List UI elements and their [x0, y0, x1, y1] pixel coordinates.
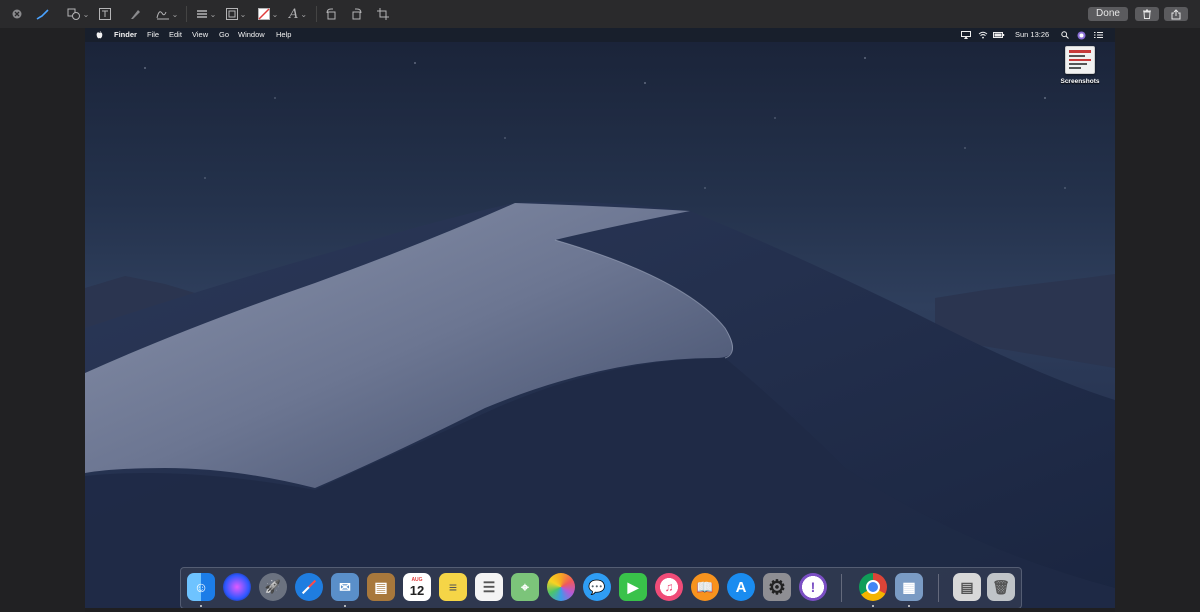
notification-center-icon[interactable]: [1094, 28, 1103, 44]
screenshot-canvas[interactable]: Finder File Edit View Go Window Help Sun…: [85, 28, 1115, 608]
dock-preview[interactable]: ▦: [894, 572, 924, 602]
siri-icon: [223, 573, 251, 601]
menu-file[interactable]: File: [147, 28, 159, 42]
airplay-icon[interactable]: [961, 28, 971, 44]
crop-icon[interactable]: [376, 5, 390, 23]
safari-icon: [295, 573, 323, 601]
itunes-icon: ♫: [655, 573, 683, 601]
running-indicator: [344, 605, 346, 607]
running-indicator: [200, 605, 202, 607]
dock-siri[interactable]: [222, 572, 252, 602]
battery-icon[interactable]: [993, 28, 1005, 44]
desktop-icon-label: Screenshots: [1060, 78, 1100, 85]
feedback-assistant-icon: !: [799, 573, 827, 601]
menu-clock[interactable]: Sun 13:26: [1015, 28, 1049, 42]
books-icon: 📖: [691, 573, 719, 601]
running-indicator: [872, 605, 874, 607]
dock-system-preferences[interactable]: ⚙: [762, 572, 792, 602]
calendar-icon: AUG 12: [403, 573, 431, 601]
chevron-down-icon: ⌄: [171, 9, 179, 19]
facetime-icon: ▶: [619, 573, 647, 601]
dock-separator: [841, 574, 842, 602]
signature-icon[interactable]: ⌄: [154, 5, 180, 23]
dock-notes[interactable]: ≡: [438, 572, 468, 602]
chevron-down-icon: ⌄: [82, 9, 90, 19]
trash-icon: [1143, 9, 1151, 19]
left-margin: [0, 28, 85, 612]
menu-edit[interactable]: Edit: [169, 28, 182, 42]
dock-itunes[interactable]: ♫: [654, 572, 684, 602]
rotate-right-icon[interactable]: [350, 5, 364, 23]
screenshot-file-icon: [1065, 46, 1095, 74]
menu-window[interactable]: Window: [238, 28, 265, 42]
macos-menubar: Finder File Edit View Go Window Help Sun…: [85, 28, 1115, 42]
app-store-icon: A: [727, 573, 755, 601]
desktop-icon-screenshots[interactable]: Screenshots: [1060, 46, 1100, 85]
trash-icon: 🗑: [987, 573, 1015, 601]
dock-calendar[interactable]: AUG 12: [402, 572, 432, 602]
menu-help[interactable]: Help: [276, 28, 291, 42]
dock-trash[interactable]: 🗑: [986, 572, 1016, 602]
highlight-icon[interactable]: [128, 5, 142, 23]
dock-reminders[interactable]: ☰: [474, 572, 504, 602]
preview-icon: ▦: [895, 573, 923, 601]
text-box-icon[interactable]: [98, 5, 112, 23]
chevron-down-icon: ⌄: [239, 9, 247, 19]
launchpad-icon: 🚀: [259, 573, 287, 601]
dock-documents-stack[interactable]: ▤: [952, 572, 982, 602]
reminders-icon: ☰: [475, 573, 503, 601]
dock-launchpad[interactable]: 🚀: [258, 572, 288, 602]
dock-photos[interactable]: [546, 572, 576, 602]
dock-maps[interactable]: ⌖: [510, 572, 540, 602]
dock-chrome[interactable]: [858, 572, 888, 602]
sketch-pen-icon[interactable]: [35, 5, 51, 23]
finder-icon: ☺: [187, 573, 215, 601]
notes-icon: ≡: [439, 573, 467, 601]
dock-feedback-assistant[interactable]: !: [798, 572, 828, 602]
border-color-icon[interactable]: ⌄: [224, 5, 248, 23]
share-icon: [1171, 8, 1181, 19]
dock-app-store[interactable]: A: [726, 572, 756, 602]
menu-view[interactable]: View: [192, 28, 208, 42]
dock-messages[interactable]: 💬: [582, 572, 612, 602]
dock: ☺ 🚀 ✉ ▤ AUG 12 ≡ ☰ ⌖ 💬 ▶ ♫ 📖 A ⚙! ▦ ▤ 🗑: [180, 567, 1022, 608]
text-style-icon[interactable]: A ⌄: [286, 5, 310, 23]
mail-icon: ✉: [331, 573, 359, 601]
chrome-icon: [859, 573, 887, 601]
share-button[interactable]: [1164, 7, 1188, 21]
done-button[interactable]: Done: [1088, 7, 1128, 21]
contacts-icon: ▤: [367, 573, 395, 601]
dock-mail[interactable]: ✉: [330, 572, 360, 602]
close-icon[interactable]: [11, 5, 23, 23]
rotate-left-icon[interactable]: [324, 5, 338, 23]
line-style-icon[interactable]: ⌄: [194, 5, 218, 23]
search-icon[interactable]: [1061, 28, 1069, 44]
menu-go[interactable]: Go: [219, 28, 229, 42]
chevron-down-icon: ⌄: [209, 9, 217, 19]
fill-color-icon[interactable]: ⌄: [256, 5, 280, 23]
system-preferences-icon: ⚙: [763, 573, 791, 601]
menu-app-name[interactable]: Finder: [114, 28, 137, 42]
siri-icon[interactable]: [1077, 28, 1086, 45]
dock-separator: [938, 574, 939, 602]
dock-facetime[interactable]: ▶: [618, 572, 648, 602]
chevron-down-icon: ⌄: [300, 9, 308, 19]
chevron-down-icon: ⌄: [271, 9, 279, 19]
photos-icon: [547, 573, 575, 601]
documents-stack-icon: ▤: [953, 573, 981, 601]
running-indicator: [908, 605, 910, 607]
delete-button[interactable]: [1135, 7, 1159, 21]
starfield: [144, 57, 1066, 189]
right-margin: [1115, 28, 1200, 612]
dock-safari[interactable]: [294, 572, 324, 602]
dock-contacts[interactable]: ▤: [366, 572, 396, 602]
wifi-icon[interactable]: [978, 28, 988, 44]
maps-icon: ⌖: [511, 573, 539, 601]
dock-finder[interactable]: ☺: [186, 572, 216, 602]
dock-books[interactable]: 📖: [690, 572, 720, 602]
apple-icon[interactable]: [96, 28, 103, 44]
messages-icon: 💬: [583, 573, 611, 601]
shapes-icon[interactable]: ⌄: [66, 5, 90, 23]
markup-toolbar: ⌄ ⌄ ⌄ ⌄ ⌄ A ⌄ Done: [0, 0, 1200, 29]
